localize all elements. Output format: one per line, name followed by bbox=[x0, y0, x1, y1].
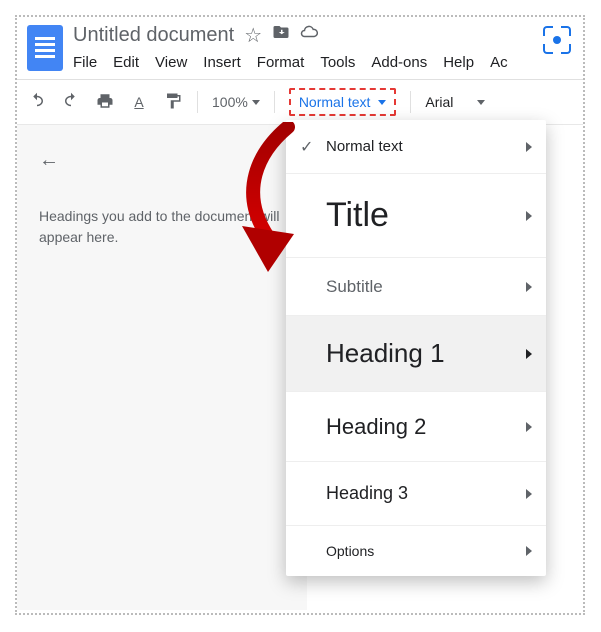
zoom-dropdown[interactable]: 100% bbox=[212, 94, 260, 110]
move-icon[interactable] bbox=[272, 23, 290, 48]
close-outline-button[interactable]: ← bbox=[39, 149, 285, 172]
zoom-value: 100% bbox=[212, 94, 248, 110]
option-label: Heading 1 bbox=[300, 338, 526, 369]
redo-button[interactable] bbox=[61, 92, 81, 113]
outline-sidebar: ← Headings you add to the document will … bbox=[17, 125, 307, 610]
star-icon[interactable]: ☆ bbox=[244, 23, 262, 48]
submenu-arrow-icon bbox=[526, 422, 532, 432]
outline-placeholder-text: Headings you add to the document will ap… bbox=[39, 206, 285, 248]
separator bbox=[197, 91, 198, 113]
style-label: Normal text bbox=[299, 94, 371, 110]
menubar: File Edit View Insert Format Tools Add-o… bbox=[73, 54, 533, 71]
option-label: Subtitle bbox=[300, 277, 526, 297]
style-option-normal-text[interactable]: ✓ Normal text bbox=[286, 120, 546, 174]
paint-format-button[interactable] bbox=[163, 92, 183, 113]
submenu-arrow-icon bbox=[526, 489, 532, 499]
style-option-title[interactable]: Title bbox=[286, 174, 546, 258]
caret-down-icon bbox=[378, 100, 386, 105]
spellcheck-button[interactable]: A bbox=[129, 94, 149, 110]
caret-down-icon bbox=[252, 100, 260, 105]
style-option-heading-2[interactable]: Heading 2 bbox=[286, 392, 546, 462]
menu-insert[interactable]: Insert bbox=[203, 54, 241, 71]
option-label: Normal text bbox=[326, 138, 526, 155]
check-icon: ✓ bbox=[300, 137, 326, 157]
titlebar: Untitled document ☆ File Edit View Inser… bbox=[73, 23, 533, 71]
submenu-arrow-icon bbox=[526, 349, 532, 359]
cloud-status-icon[interactable] bbox=[300, 23, 318, 48]
undo-button[interactable] bbox=[27, 92, 47, 113]
docs-logo-icon[interactable] bbox=[27, 25, 63, 71]
menu-addons[interactable]: Add-ons bbox=[371, 54, 427, 71]
menu-file[interactable]: File bbox=[73, 54, 97, 71]
menu-edit[interactable]: Edit bbox=[113, 54, 139, 71]
menu-view[interactable]: View bbox=[155, 54, 187, 71]
separator bbox=[274, 91, 275, 113]
option-label: Options bbox=[300, 543, 526, 559]
option-label: Heading 3 bbox=[300, 483, 526, 504]
separator bbox=[410, 91, 411, 113]
caret-down-icon bbox=[477, 100, 485, 105]
menu-help[interactable]: Help bbox=[443, 54, 474, 71]
document-title[interactable]: Untitled document bbox=[73, 24, 234, 47]
submenu-arrow-icon bbox=[526, 282, 532, 292]
font-dropdown[interactable]: Arial bbox=[425, 94, 485, 110]
toolbar: A 100% Normal text Arial bbox=[17, 79, 583, 124]
paragraph-style-dropdown[interactable]: Normal text bbox=[289, 88, 397, 116]
menu-format[interactable]: Format bbox=[257, 54, 305, 71]
style-option-heading-3[interactable]: Heading 3 bbox=[286, 462, 546, 526]
header: Untitled document ☆ File Edit View Inser… bbox=[17, 17, 583, 71]
font-label: Arial bbox=[425, 94, 453, 110]
style-option-heading-1[interactable]: Heading 1 bbox=[286, 316, 546, 392]
option-label: Heading 2 bbox=[300, 414, 526, 440]
submenu-arrow-icon bbox=[526, 546, 532, 556]
style-dropdown-menu: ✓ Normal text Title Subtitle Heading 1 H… bbox=[286, 120, 546, 576]
lens-capture-icon[interactable] bbox=[543, 26, 571, 54]
print-button[interactable] bbox=[95, 92, 115, 113]
menu-ac[interactable]: Ac bbox=[490, 54, 508, 71]
submenu-arrow-icon bbox=[526, 142, 532, 152]
submenu-arrow-icon bbox=[526, 211, 532, 221]
style-option-options[interactable]: Options bbox=[286, 526, 546, 576]
option-label: Title bbox=[300, 196, 526, 235]
menu-tools[interactable]: Tools bbox=[320, 54, 355, 71]
style-option-subtitle[interactable]: Subtitle bbox=[286, 258, 546, 316]
